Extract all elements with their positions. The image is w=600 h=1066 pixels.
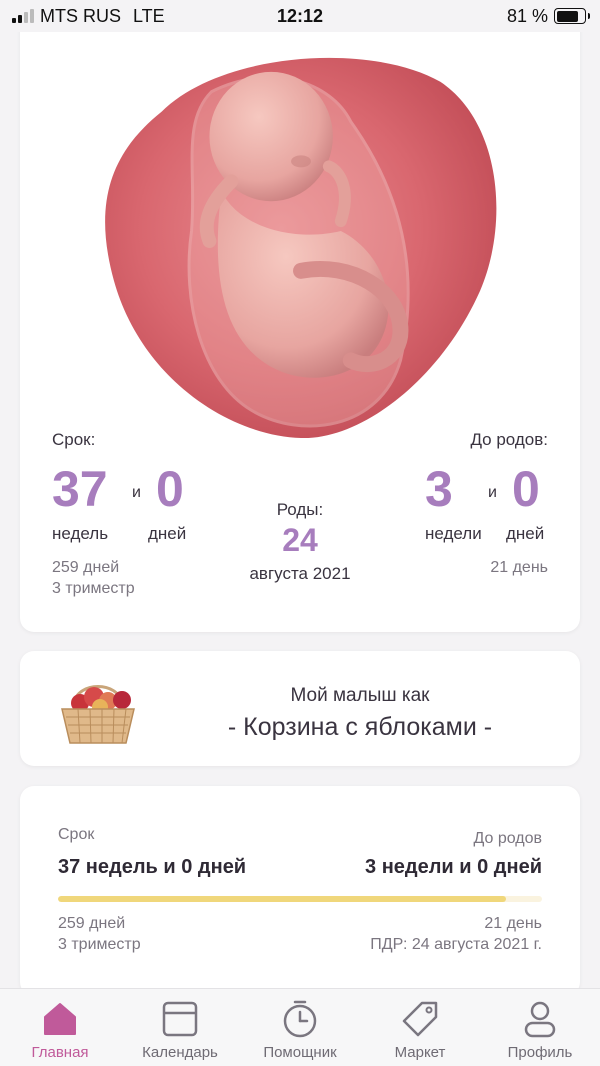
until-weeks-number: 3: [425, 461, 453, 517]
progress-term-value: 37 недель и 0 дней: [58, 856, 247, 878]
progress-remaining-days: 21 день: [484, 915, 542, 932]
total-days: 259 дней: [52, 559, 120, 576]
progress-card: Срок До родов 37 недель и 0 дней 3 недел…: [20, 786, 580, 996]
progress-bar-fill: [58, 896, 506, 902]
tab-label: Главная: [31, 1044, 89, 1061]
fetus-illustration: [102, 42, 500, 440]
term-label: Срок:: [52, 430, 96, 449]
until-days-unit: дней: [506, 524, 545, 543]
days-number: 0: [156, 461, 184, 517]
days-unit: дней: [148, 524, 187, 543]
status-left: MTS RUS LTE: [12, 6, 165, 27]
progress-until-label: До родов: [473, 830, 542, 847]
due-date: ПДР: 24 августа 2021 г.: [370, 936, 542, 953]
bottom-tab-bar: Главная Календарь Помощник Маркет Профил…: [0, 988, 600, 1066]
until-total-days: 21 день: [490, 559, 548, 576]
weeks-unit: недель: [52, 524, 109, 543]
tab-label: Помощник: [263, 1044, 337, 1061]
trimester: 3 триместр: [52, 580, 135, 597]
tab-profile[interactable]: Профиль: [480, 989, 600, 1066]
birth-label: Роды:: [276, 500, 324, 519]
signal-icon: [12, 9, 34, 23]
until-weeks-unit: недели: [425, 524, 482, 543]
fetus-image: [105, 57, 497, 439]
progress-trimester: 3 триместр: [58, 936, 141, 953]
status-bar: MTS RUS LTE 12:12 81 %: [0, 0, 600, 32]
calendar-icon: [162, 1001, 198, 1037]
tab-market[interactable]: Маркет: [360, 989, 480, 1066]
pregnancy-card: Срок: 37 и 0 недель дней 259 дней 3 трим…: [20, 18, 580, 632]
weeks-number: 37: [52, 461, 108, 517]
profile-icon: [524, 1001, 556, 1038]
tab-home[interactable]: Главная: [0, 989, 120, 1066]
baby-size-intro: Мой малыш как: [290, 685, 430, 706]
tab-label: Маркет: [394, 1044, 446, 1061]
battery-percent: 81 %: [506, 5, 548, 26]
progress-term-label: Срок: [58, 826, 95, 843]
status-right: 81 %: [506, 5, 590, 27]
carrier-name: MTS RUS: [40, 5, 121, 26]
until-label: До родов:: [470, 430, 548, 449]
network-type: LTE: [133, 5, 165, 26]
progress-until-value: 3 недели и 0 дней: [365, 856, 542, 878]
baby-size-value: - Корзина с яблоками -: [227, 713, 493, 741]
tab-assistant[interactable]: Помощник: [240, 989, 360, 1066]
baby-size-card[interactable]: Мой малыш как - Корзина с яблоками -: [20, 651, 580, 766]
stopwatch-icon: [283, 1000, 317, 1038]
progress-total-days: 259 дней: [58, 915, 126, 932]
pregnancy-progress-bar: [58, 896, 542, 902]
tab-label: Календарь: [142, 1044, 218, 1061]
tag-icon: [402, 1001, 438, 1037]
birth-month-year: августа 2021: [249, 564, 351, 583]
home-icon: [44, 1003, 76, 1035]
apple-basket-icon: [61, 685, 135, 744]
tab-label: Профиль: [507, 1044, 573, 1061]
until-conj: и: [488, 484, 497, 501]
until-days-number: 0: [512, 461, 540, 517]
tab-calendar[interactable]: Календарь: [120, 989, 240, 1066]
battery-icon: [554, 8, 590, 24]
weeks-days-conj: и: [132, 484, 141, 501]
birth-day: 24: [282, 522, 318, 558]
